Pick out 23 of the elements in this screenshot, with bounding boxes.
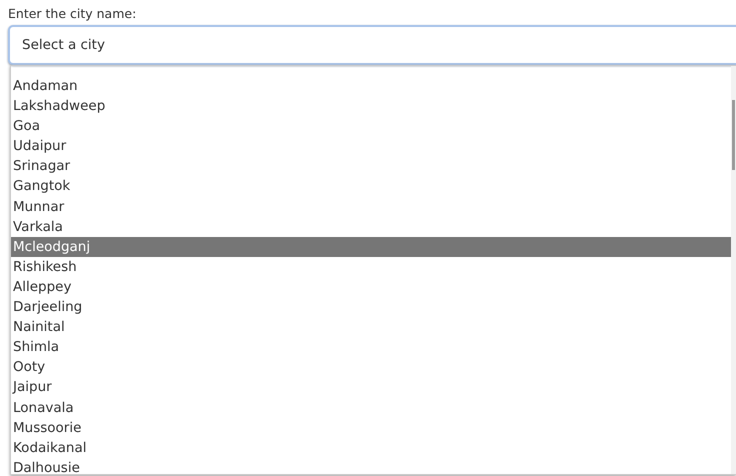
city-option[interactable]: Varkala <box>11 216 731 237</box>
city-option[interactable]: Lonavala <box>11 398 731 418</box>
city-option[interactable]: Goa <box>11 116 731 136</box>
city-option[interactable]: Srinagar <box>11 156 731 176</box>
city-option[interactable]: Nainital <box>11 317 731 338</box>
city-option[interactable]: Gangtok <box>11 176 731 197</box>
city-option[interactable]: Alleppey <box>11 276 731 298</box>
city-option[interactable]: Munnar <box>11 196 731 217</box>
field-label: Enter the city name: <box>8 6 136 21</box>
city-select-field[interactable]: Select a city <box>8 25 736 65</box>
city-option[interactable]: Rishikesh <box>11 256 731 277</box>
scrollbar[interactable] <box>731 66 736 474</box>
city-option[interactable]: Shimla <box>11 337 731 358</box>
city-option[interactable]: Andaman <box>11 76 731 96</box>
city-option[interactable]: Kodaikanal <box>11 438 731 458</box>
city-option[interactable]: Lakshadweep <box>11 96 731 116</box>
city-option[interactable]: Udaipur <box>11 136 731 156</box>
city-option[interactable]: Mussoorie <box>11 418 731 438</box>
city-option[interactable]: Darjeeling <box>11 297 731 318</box>
city-option[interactable]: Mcleodganj <box>11 236 731 257</box>
city-option[interactable]: Jaipur <box>11 377 731 398</box>
city-option[interactable]: Ooty <box>11 357 731 378</box>
city-option[interactable]: Dalhousie <box>11 458 731 476</box>
